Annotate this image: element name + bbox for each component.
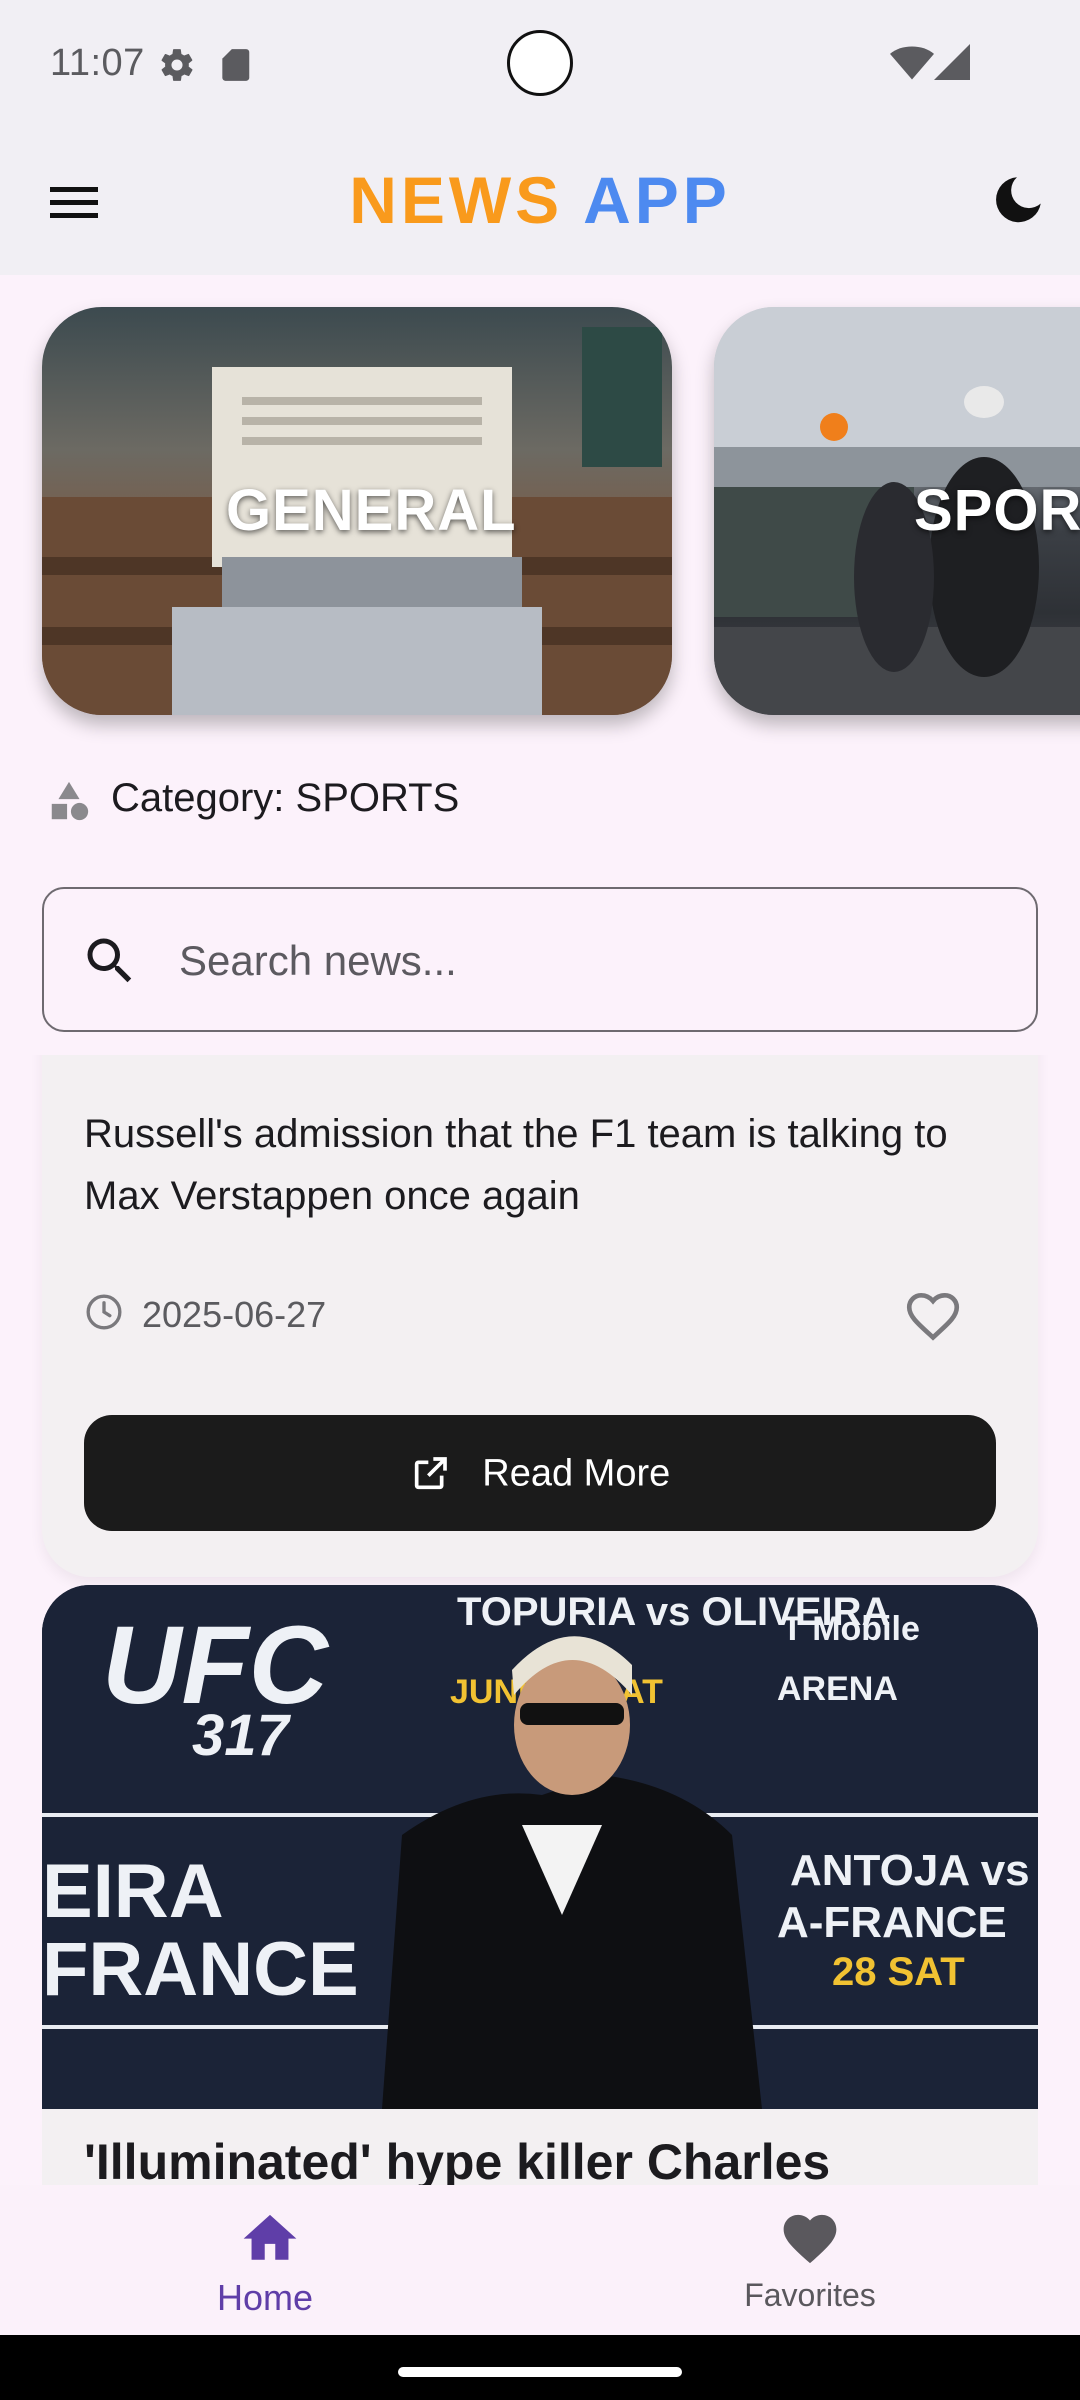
- article-card: Russell's admission that the F1 team is …: [42, 1055, 1038, 1577]
- ufc-event-number: 317: [192, 1703, 292, 1768]
- poster-left-name-1: EIRA: [42, 1849, 224, 1934]
- poster-venue: ARENA: [777, 1670, 898, 1708]
- heart-filled-icon: [783, 2214, 837, 2264]
- poster-left-name-2: FRANCE: [42, 1927, 359, 2012]
- ufc-poster-graphic: UFC 317 TOPURIA vs OLIVEIRA JUNE 28 SAT …: [42, 1585, 1038, 2109]
- app-bar: NEWS APP: [0, 130, 1080, 275]
- app-title-app: APP: [583, 163, 731, 237]
- search-input[interactable]: [179, 933, 999, 989]
- poster-right-name-2: A-FRANCE: [777, 1898, 1007, 1947]
- search-box[interactable]: [42, 887, 1038, 1032]
- nav-item-favorites[interactable]: Favorites: [540, 2185, 1080, 2335]
- category-label: SPORTS: [914, 478, 1080, 543]
- gesture-handle[interactable]: [398, 2367, 682, 2377]
- front-camera: [507, 30, 573, 96]
- current-category-text: Category: SPORTS: [111, 776, 460, 820]
- read-more-label: Read More: [482, 1452, 671, 1495]
- status-bar: 11:07: [0, 0, 1080, 130]
- open-external-icon: [414, 1457, 447, 1490]
- nav-label-home: Home: [216, 2277, 314, 2318]
- app-title: NEWS APP: [0, 162, 1080, 238]
- read-more-button[interactable]: Read More: [84, 1415, 996, 1531]
- category-card-sports[interactable]: SPORTS: [714, 307, 1080, 715]
- settings-gear-icon: [161, 49, 193, 81]
- category-carousel: GENERAL SPORTS: [0, 275, 1080, 750]
- heart-outline-icon[interactable]: [902, 1285, 964, 1347]
- cell-signal-icon: [934, 44, 970, 80]
- poster-venue-brand: T Mobile: [782, 1610, 920, 1648]
- category-card-general[interactable]: GENERAL: [42, 307, 672, 715]
- moon-icon[interactable]: [986, 172, 1046, 232]
- system-gesture-area: [0, 2335, 1080, 2400]
- article-date: 2025-06-27: [142, 1294, 327, 1335]
- poster-right-name-1: ANTOJA vs: [790, 1846, 1030, 1895]
- nav-label-favorites: Favorites: [744, 2277, 876, 2313]
- wifi-icon: [890, 46, 934, 80]
- app-title-news: NEWS: [349, 163, 564, 237]
- bottom-navigation: Home Favorites: [0, 2185, 1080, 2335]
- article-list[interactable]: Russell's admission that the F1 team is …: [0, 1055, 1080, 2185]
- article-card[interactable]: UFC 317 TOPURIA vs OLIVEIRA JUNE 28 SAT …: [42, 1585, 1038, 2185]
- status-time: 11:07: [50, 42, 145, 84]
- search-icon: [87, 938, 132, 983]
- nav-item-home[interactable]: Home: [0, 2185, 540, 2335]
- clock-icon: [86, 1294, 122, 1330]
- category-label: GENERAL: [226, 478, 517, 543]
- article-image: UFC 317 TOPURIA vs OLIVEIRA JUNE 28 SAT …: [42, 1585, 1038, 2109]
- article-description: Russell's admission that the F1 team is …: [84, 1112, 948, 1218]
- poster-right-date: 28 SAT: [832, 1950, 965, 1994]
- article-title: 'Illuminated' hype killer Charles: [84, 2134, 831, 2185]
- sd-card-icon: [222, 49, 250, 81]
- category-shapes-icon: [51, 781, 89, 821]
- home-icon: [243, 2214, 297, 2260]
